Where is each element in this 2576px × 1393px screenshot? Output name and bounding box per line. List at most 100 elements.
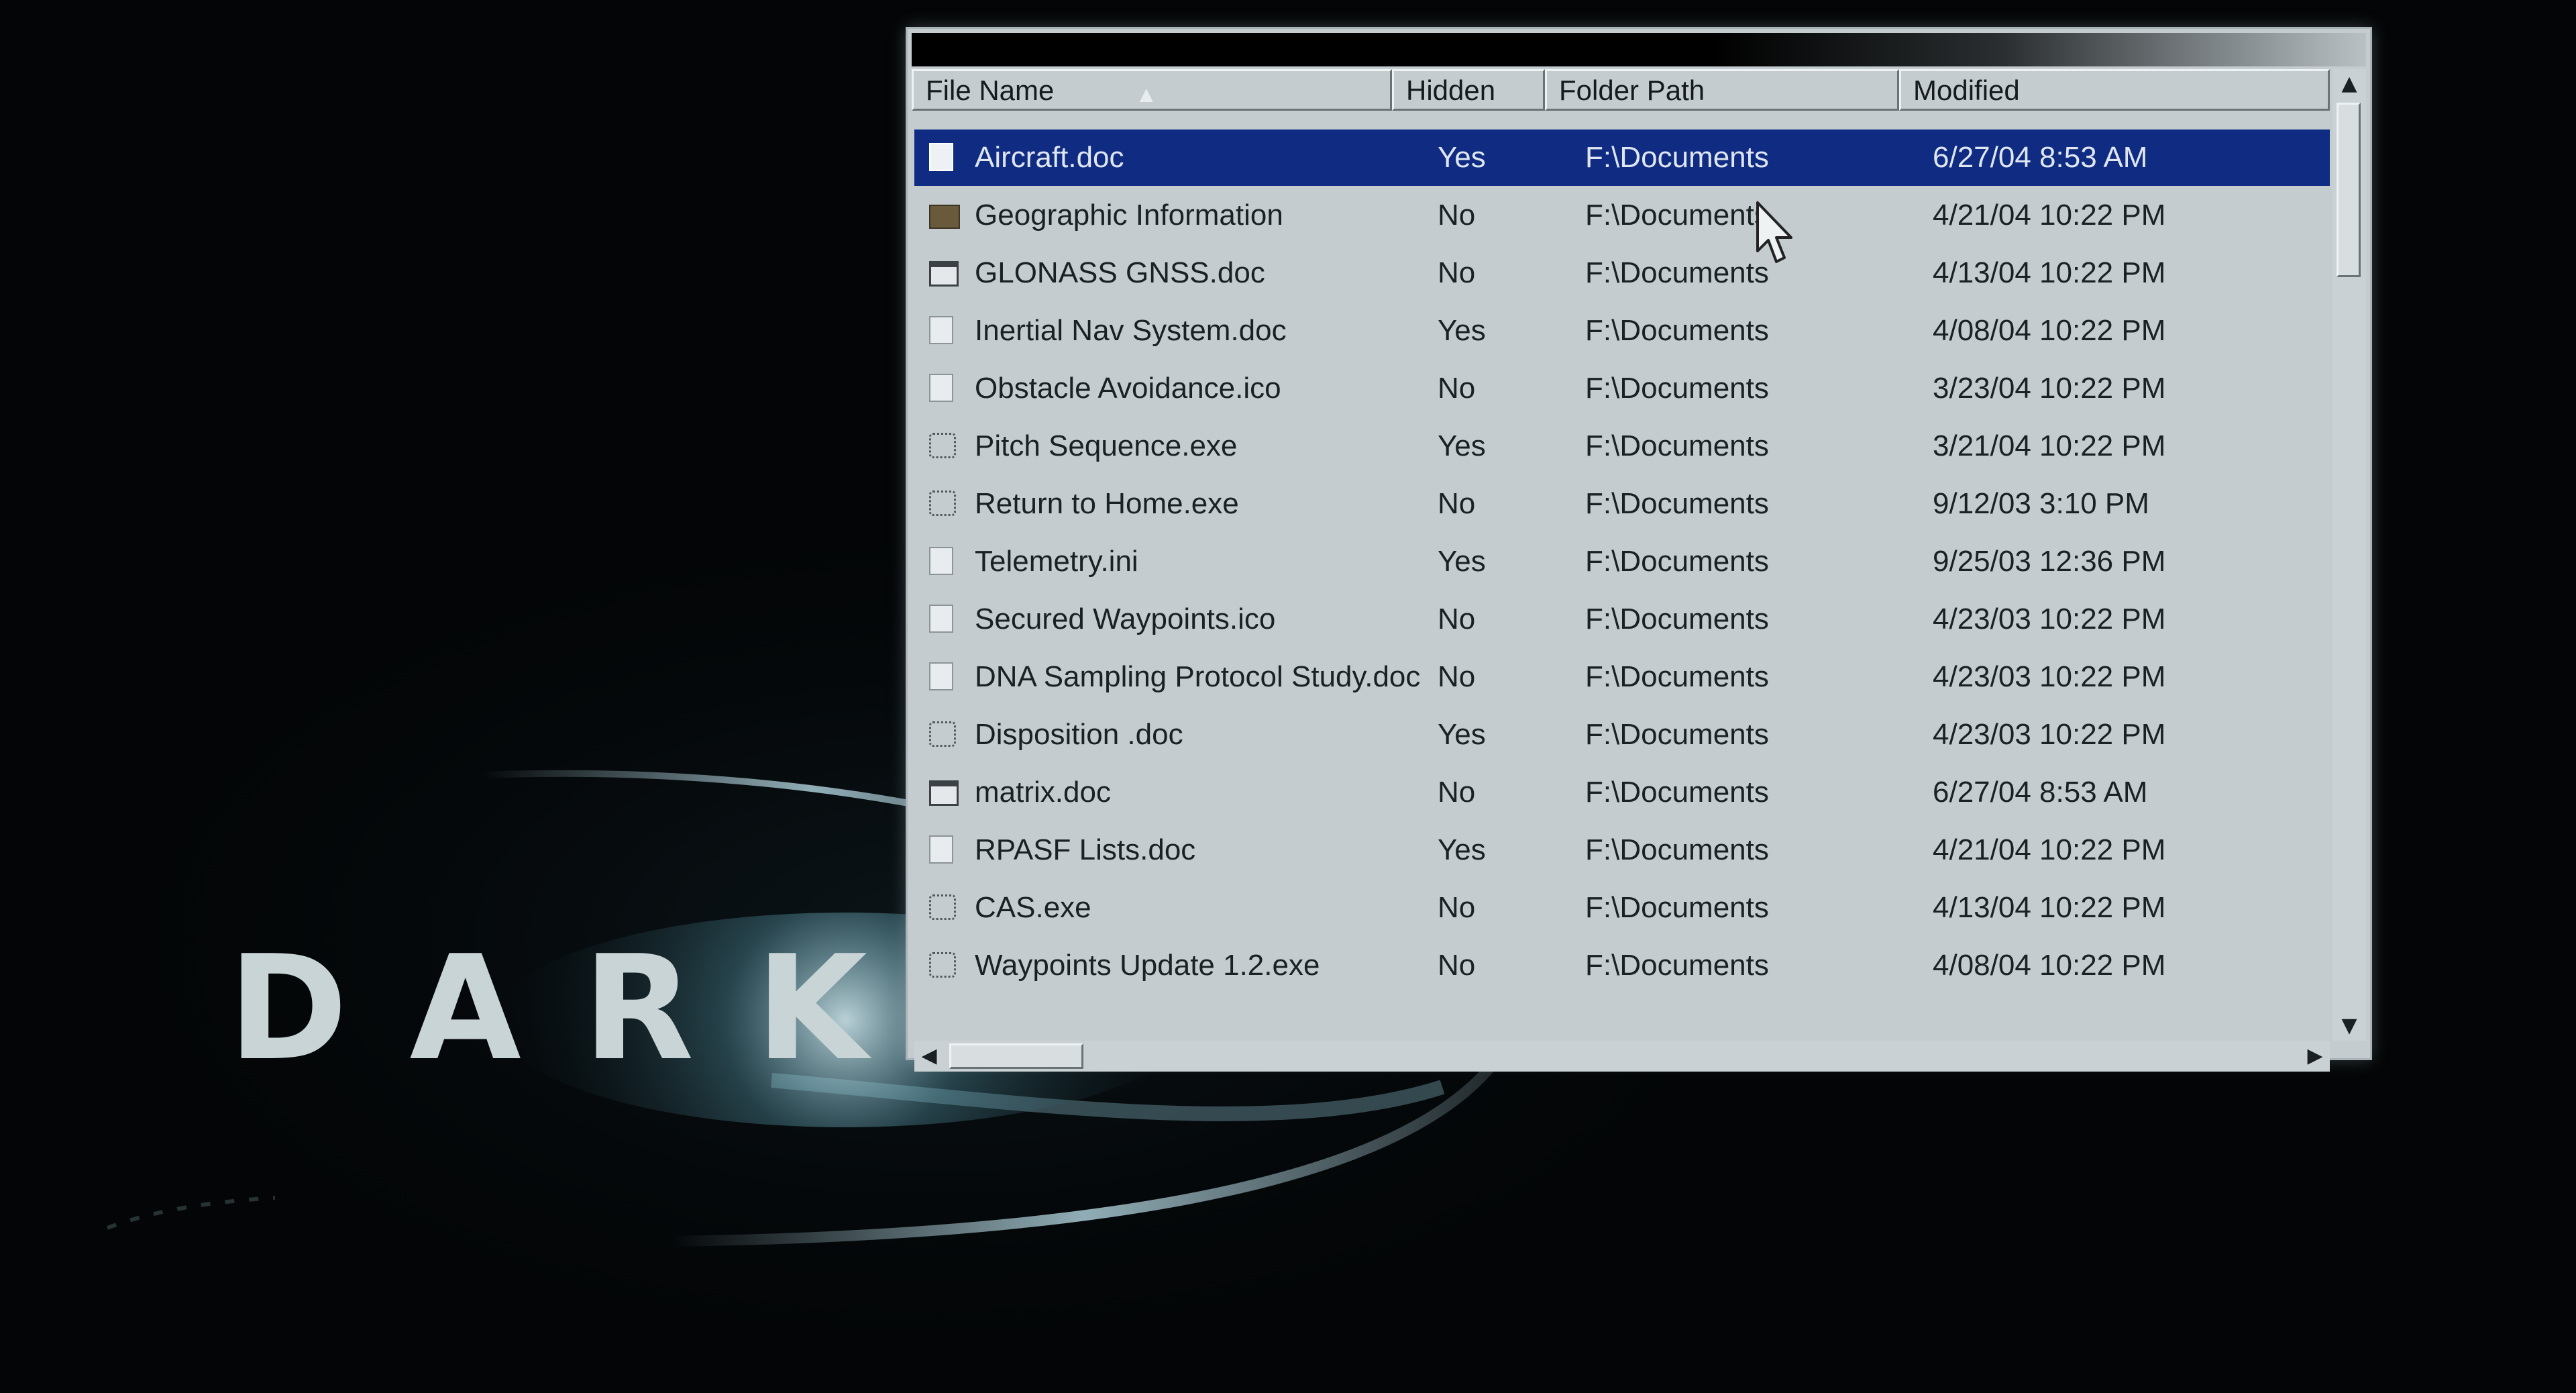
folder-path-cell: F:\Documents <box>1585 891 1769 924</box>
hidden-cell: No <box>1438 256 1476 289</box>
folder-path-cell: F:\Documents <box>1585 718 1769 751</box>
document-icon <box>929 547 953 575</box>
modified-cell: 4/08/04 10:22 PM <box>1933 314 2166 347</box>
file-row[interactable]: DNA Sampling Protocol Study.doc No F:\Docu… <box>914 649 2330 705</box>
file-icon-cell <box>929 707 960 763</box>
file-name-cell: Disposition .doc <box>975 718 1183 751</box>
file-list-window: File Name ▲ Hidden Folder Path Modified … <box>906 27 2372 1072</box>
file-name-cell: matrix.doc <box>975 776 1111 809</box>
modified-cell: 4/23/03 10:22 PM <box>1933 660 2166 693</box>
file-icon-cell <box>929 303 960 359</box>
hidden-cell: No <box>1438 891 1476 924</box>
vertical-scrollbar[interactable]: ▲ ▼ <box>2332 69 2366 1041</box>
file-row[interactable]: matrix.doc No F:\Documents 6/27/04 8:53 AM <box>914 764 2330 821</box>
executable-icon <box>929 894 956 920</box>
file-name-cell: RPASF Lists.doc <box>975 833 1196 866</box>
executable-icon <box>929 952 956 978</box>
file-icon-cell <box>929 649 960 705</box>
window-titlebar[interactable] <box>912 33 2366 66</box>
file-name-cell: Inertial Nav System.doc <box>975 314 1287 347</box>
file-icon-cell <box>929 822 960 878</box>
file-row[interactable]: Telemetry.ini Yes F:\Documents 9/25/03 12:3… <box>914 533 2330 590</box>
folder-path-cell: F:\Documents <box>1585 314 1769 347</box>
column-header-bar: File Name ▲ Hidden Folder Path Modified <box>912 69 2330 113</box>
modified-cell: 3/23/04 10:22 PM <box>1933 372 2166 405</box>
file-icon-cell <box>929 418 960 474</box>
vertical-scroll-thumb[interactable] <box>2337 103 2361 277</box>
file-row[interactable]: Waypoints Update 1.2.exe No F:\Documents 4/… <box>914 937 2330 994</box>
executable-icon <box>929 433 956 458</box>
file-name-cell: GLONASS GNSS.doc <box>975 256 1265 289</box>
document-icon <box>929 662 953 690</box>
file-name-cell: Secured Waypoints.ico <box>975 603 1276 635</box>
modified-cell: 4/13/04 10:22 PM <box>1933 256 2166 289</box>
column-header-file-name[interactable]: File Name ▲ <box>912 69 1392 111</box>
hidden-cell: No <box>1438 603 1476 635</box>
column-header-hidden-label: Hidden <box>1406 74 1496 106</box>
modified-cell: 4/23/03 10:22 PM <box>1933 603 2166 635</box>
file-icon-cell <box>929 360 960 417</box>
file-row[interactable]: Inertial Nav System.doc Yes F:\Documents 4/… <box>914 303 2330 359</box>
file-row[interactable]: CAS.exe No F:\Documents 4/13/04 10:22 PM <box>914 880 2330 936</box>
folder-path-cell: F:\Documents <box>1585 949 1769 982</box>
hidden-cell: No <box>1438 776 1476 809</box>
modified-cell: 4/23/03 10:22 PM <box>1933 718 2166 751</box>
mouse-pointer-icon <box>1756 201 1792 263</box>
modified-cell: 9/12/03 3:10 PM <box>1933 487 2149 520</box>
file-row[interactable]: Disposition .doc Yes F:\Documents 4/23/03 1… <box>914 707 2330 763</box>
modified-cell: 4/21/04 10:22 PM <box>1933 833 2166 866</box>
folder-path-cell: F:\Documents <box>1585 256 1769 289</box>
file-row[interactable]: Return to Home.exe No F:\Documents 9/12/03 … <box>914 476 2330 532</box>
hidden-cell: Yes <box>1438 141 1486 174</box>
file-icon-cell <box>929 245 960 301</box>
file-icon-cell <box>929 476 960 532</box>
scroll-right-arrow-icon[interactable]: ▶ <box>2300 1041 2330 1072</box>
file-row[interactable]: Pitch Sequence.exe Yes F:\Documents 3/21/04… <box>914 418 2330 474</box>
hidden-cell: Yes <box>1438 545 1486 578</box>
hidden-cell: Yes <box>1438 429 1486 462</box>
file-row[interactable]: Aircraft.doc Yes F:\Documents 6/27/04 8:53 … <box>914 130 2330 186</box>
file-row[interactable]: GLONASS GNSS.doc No F:\Documents 4/13/04 10… <box>914 245 2330 301</box>
file-name-cell: Aircraft.doc <box>975 141 1124 174</box>
document-icon <box>929 374 953 402</box>
file-row[interactable]: Secured Waypoints.ico No F:\Documents 4/23/… <box>914 591 2330 648</box>
document-icon <box>929 835 953 864</box>
folder-icon <box>929 205 960 229</box>
executable-icon <box>929 491 956 516</box>
file-name-cell: Pitch Sequence.exe <box>975 429 1238 462</box>
folder-path-cell: F:\Documents <box>1585 487 1769 520</box>
horizontal-scrollbar[interactable]: ◀ ▶ <box>914 1041 2330 1072</box>
window-icon <box>929 261 959 287</box>
file-icon-cell <box>929 591 960 648</box>
modified-cell: 9/25/03 12:36 PM <box>1933 545 2166 578</box>
folder-path-cell: F:\Documents <box>1585 199 1769 231</box>
scroll-up-arrow-icon[interactable]: ▲ <box>2332 69 2366 99</box>
file-name-cell: CAS.exe <box>975 891 1091 924</box>
file-name-cell: Waypoints Update 1.2.exe <box>975 949 1320 982</box>
modified-cell: 4/13/04 10:22 PM <box>1933 891 2166 924</box>
folder-path-cell: F:\Documents <box>1585 545 1769 578</box>
document-icon <box>929 605 953 633</box>
file-row[interactable]: Geographic Information No F:\Documents 4/21… <box>914 187 2330 244</box>
scroll-left-arrow-icon[interactable]: ◀ <box>914 1041 944 1072</box>
horizontal-scroll-thumb[interactable] <box>949 1043 1083 1069</box>
column-header-folder-path[interactable]: Folder Path <box>1545 69 1899 111</box>
hidden-cell: No <box>1438 660 1476 693</box>
sort-ascending-icon: ▲ <box>1135 82 1158 107</box>
folder-path-cell: F:\Documents <box>1585 660 1769 693</box>
scroll-down-arrow-icon[interactable]: ▼ <box>2332 1011 2366 1041</box>
document-icon <box>929 143 953 171</box>
hidden-cell: No <box>1438 372 1476 405</box>
column-header-folder-path-label: Folder Path <box>1559 74 1705 106</box>
file-row[interactable]: Obstacle Avoidance.ico No F:\Documents 3/23… <box>914 360 2330 417</box>
file-name-cell: Geographic Information <box>975 199 1283 231</box>
column-header-hidden[interactable]: Hidden <box>1392 69 1545 111</box>
window-icon <box>929 780 959 806</box>
executable-icon <box>929 721 956 747</box>
file-row[interactable]: RPASF Lists.doc Yes F:\Documents 4/21/04 10… <box>914 822 2330 878</box>
column-header-modified[interactable]: Modified <box>1899 69 2330 111</box>
folder-path-cell: F:\Documents <box>1585 603 1769 635</box>
document-icon <box>929 316 953 344</box>
file-list: Aircraft.doc Yes F:\Documents 6/27/04 8:53 … <box>914 130 2330 1042</box>
file-icon-cell <box>929 533 960 590</box>
